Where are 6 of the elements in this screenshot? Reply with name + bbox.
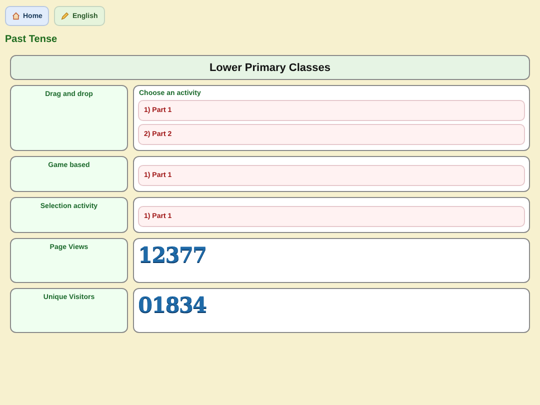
visitor-counter: 12377	[138, 244, 206, 265]
section-header: Lower Primary Classes	[10, 55, 530, 80]
visitor-counter: 01834	[138, 294, 206, 315]
home-icon	[12, 12, 20, 20]
pencil-icon	[61, 12, 70, 20]
page-title: Past Tense	[5, 34, 58, 47]
